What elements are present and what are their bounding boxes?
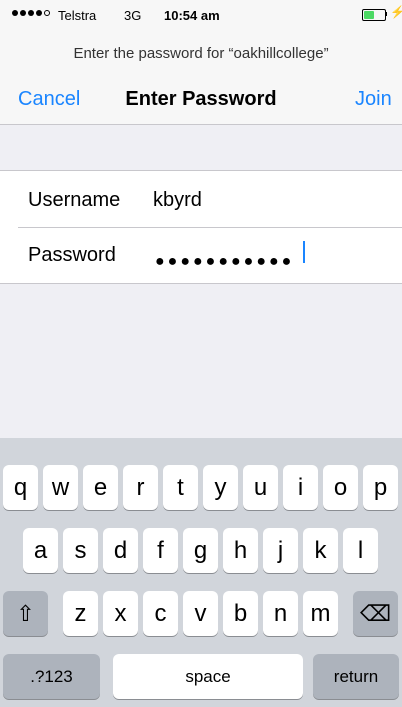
join-button[interactable]: Join (355, 88, 392, 111)
key-h[interactable]: h (223, 528, 258, 573)
key-o[interactable]: o (323, 465, 358, 510)
password-label: Password (28, 244, 116, 266)
key-s[interactable]: s (63, 528, 98, 573)
username-field[interactable]: kbyrd (153, 189, 202, 212)
delete-key[interactable]: ⌫ (353, 591, 398, 636)
key-q[interactable]: q (3, 465, 38, 510)
key-i[interactable]: i (283, 465, 318, 510)
password-field[interactable]: ●●●●●●●●●●● (155, 253, 294, 271)
key-d[interactable]: d (103, 528, 138, 573)
carrier-name: Telstra (58, 8, 97, 23)
text-cursor (303, 241, 305, 263)
key-r[interactable]: r (123, 465, 158, 510)
key-a[interactable]: a (23, 528, 58, 573)
battery-icon (362, 9, 386, 21)
key-z[interactable]: z (63, 591, 98, 636)
key-p[interactable]: p (363, 465, 398, 510)
credentials-form: Username kbyrd Password ●●●●●●●●●●● (0, 170, 402, 284)
space-key[interactable]: space (113, 654, 303, 699)
shift-icon: ⇧ (16, 600, 35, 626)
numbers-key[interactable]: .?123 (3, 654, 100, 699)
key-v[interactable]: v (183, 591, 218, 636)
key-j[interactable]: j (263, 528, 298, 573)
key-t[interactable]: t (163, 465, 198, 510)
key-k[interactable]: k (303, 528, 338, 573)
key-y[interactable]: y (203, 465, 238, 510)
key-l[interactable]: l (343, 528, 378, 573)
backspace-icon: ⌫ (359, 600, 392, 626)
key-w[interactable]: w (43, 465, 78, 510)
battery-tip (385, 12, 387, 16)
key-m[interactable]: m (303, 591, 338, 636)
network-type: 3G (124, 8, 142, 23)
shift-key[interactable]: ⇧ (3, 591, 48, 636)
network-prompt: Enter the password for “oakhillcollege” (73, 45, 329, 62)
key-n[interactable]: n (263, 591, 298, 636)
navigation-header: Telstra 3G 10:54 am ⚡ Enter the password… (0, 0, 402, 125)
divider (18, 227, 402, 228)
divider (0, 124, 402, 125)
key-x[interactable]: x (103, 591, 138, 636)
key-u[interactable]: u (243, 465, 278, 510)
charging-icon: ⚡ (390, 5, 402, 19)
key-b[interactable]: b (223, 591, 258, 636)
key-c[interactable]: c (143, 591, 178, 636)
return-key[interactable]: return (313, 654, 399, 699)
signal-strength-icon (12, 10, 50, 16)
key-g[interactable]: g (183, 528, 218, 573)
key-e[interactable]: e (83, 465, 118, 510)
status-time: 10:54 am (164, 8, 220, 23)
keyboard: q w e r t y u i o p a s d f g h j k l ⇧ … (0, 438, 402, 707)
key-f[interactable]: f (143, 528, 178, 573)
username-label: Username (28, 189, 121, 211)
cancel-button[interactable]: Cancel (18, 88, 80, 111)
